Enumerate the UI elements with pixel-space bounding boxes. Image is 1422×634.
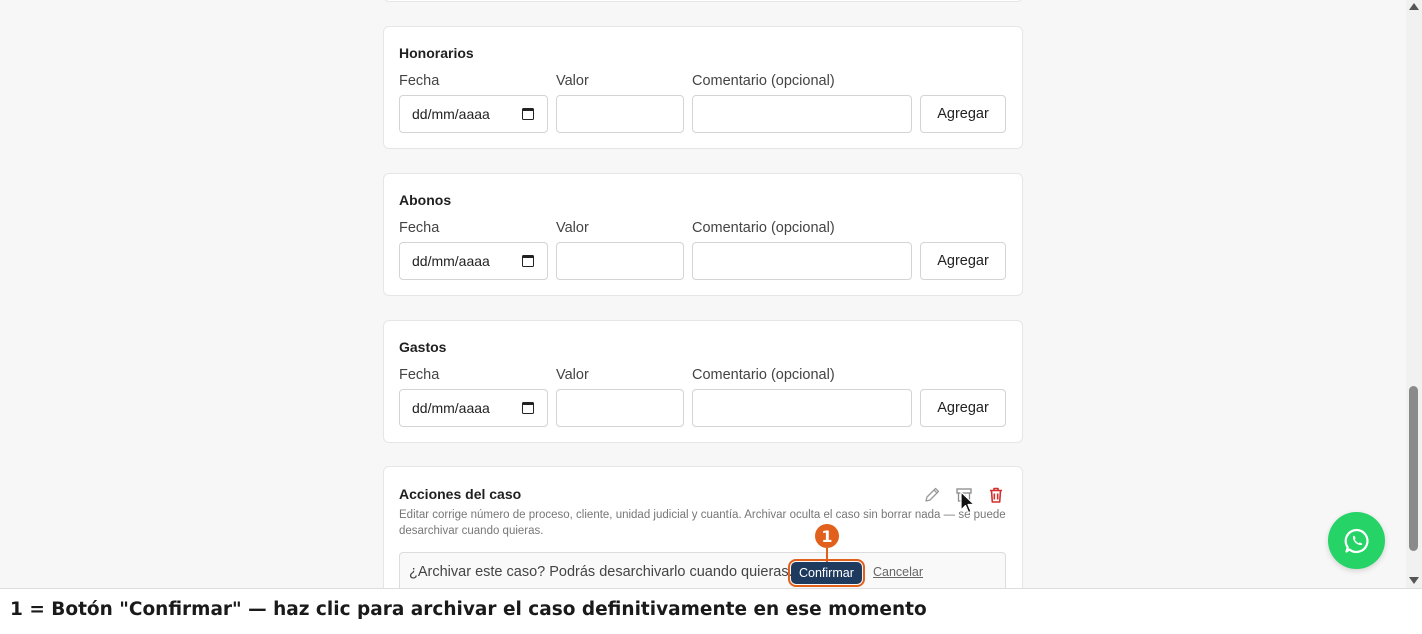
date-input[interactable]: dd/mm/aaaa	[399, 389, 548, 427]
date-placeholder: dd/mm/aaaa	[412, 400, 490, 416]
value-input[interactable]	[556, 95, 684, 133]
gastos-card: Gastos Fecha Valor Comentario (opcional)…	[383, 320, 1023, 443]
comment-label: Comentario (opcional)	[692, 220, 835, 236]
calendar-icon[interactable]	[522, 402, 534, 414]
comment-input[interactable]	[692, 95, 912, 133]
value-label: Valor	[556, 367, 589, 383]
abonos-card: Abonos Fecha Valor Comentario (opcional)…	[383, 173, 1023, 296]
archive-confirm-prompt: ¿Archivar este caso? Podrás desarchivarl…	[409, 564, 793, 580]
comment-input[interactable]	[692, 242, 912, 280]
annotation-marker: 1	[815, 524, 839, 548]
date-label: Fecha	[399, 367, 440, 383]
add-button[interactable]: Agregar	[920, 242, 1006, 280]
comment-input[interactable]	[692, 389, 912, 427]
case-actions-description: Editar corrige número de proceso, client…	[399, 509, 1006, 537]
whatsapp-button[interactable]	[1328, 512, 1385, 569]
section-title: Gastos	[399, 339, 447, 355]
case-actions-title: Acciones del caso	[399, 486, 522, 502]
scroll-thumb[interactable]	[1409, 386, 1418, 551]
comment-label: Comentario (opcional)	[692, 73, 835, 89]
vertical-scrollbar[interactable]	[1406, 0, 1422, 588]
case-actions-card: Acciones del caso Editar corrige número …	[383, 466, 1023, 588]
confirm-button[interactable]: Confirmar	[788, 559, 865, 587]
trash-icon[interactable]	[986, 485, 1006, 505]
section-title: Abonos	[399, 192, 452, 208]
value-label: Valor	[556, 220, 589, 236]
annotation-marker-line	[826, 548, 828, 562]
page-viewport: Honorarios Fecha Valor Comentario (opcio…	[0, 0, 1422, 588]
cancel-link[interactable]: Cancelar	[873, 565, 923, 579]
annotation-caption: 1 = Botón "Confirmar" — haz clic para ar…	[0, 588, 1422, 634]
scroll-down-arrow-icon[interactable]	[1409, 577, 1419, 584]
date-label: Fecha	[399, 73, 440, 89]
date-placeholder: dd/mm/aaaa	[412, 106, 490, 122]
archive-confirm-box: ¿Archivar este caso? Podrás desarchivarl…	[399, 552, 1006, 588]
value-label: Valor	[556, 73, 589, 89]
add-button[interactable]: Agregar	[920, 389, 1006, 427]
calendar-icon[interactable]	[522, 255, 534, 267]
honorarios-card: Honorarios Fecha Valor Comentario (opcio…	[383, 26, 1023, 149]
whatsapp-icon	[1344, 528, 1369, 553]
previous-card	[383, 0, 1023, 2]
date-placeholder: dd/mm/aaaa	[412, 253, 490, 269]
date-label: Fecha	[399, 220, 440, 236]
calendar-icon[interactable]	[522, 108, 534, 120]
date-input[interactable]: dd/mm/aaaa	[399, 242, 548, 280]
mouse-cursor-icon	[960, 491, 976, 520]
value-input[interactable]	[556, 389, 684, 427]
value-input[interactable]	[556, 242, 684, 280]
comment-label: Comentario (opcional)	[692, 367, 835, 383]
date-input[interactable]: dd/mm/aaaa	[399, 95, 548, 133]
section-title: Honorarios	[399, 45, 474, 61]
scroll-up-arrow-icon[interactable]	[1409, 3, 1419, 10]
pencil-icon[interactable]	[922, 485, 942, 505]
add-button[interactable]: Agregar	[920, 95, 1006, 133]
